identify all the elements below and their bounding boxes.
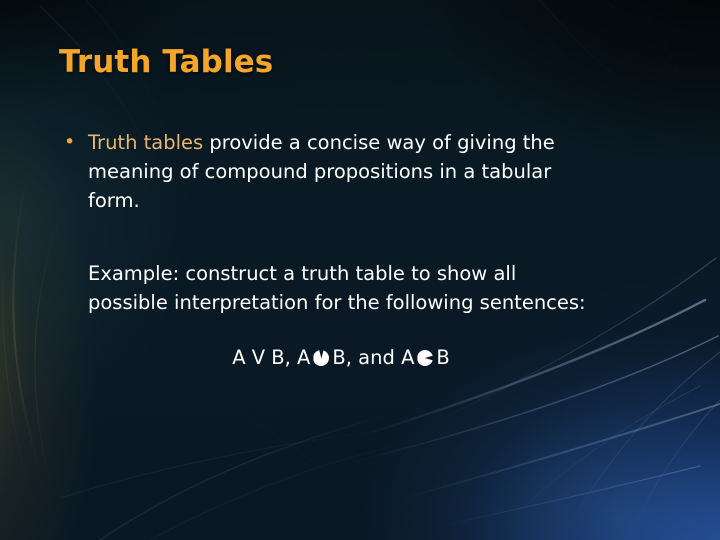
formula-part-two: B, and A <box>332 346 415 369</box>
presentation-slide: Truth Tables • Truth tables provide a con… <box>0 0 720 540</box>
biconditional-symbol-icon <box>417 350 433 366</box>
bullet-item: • Truth tables provide a concise way of g… <box>60 128 580 215</box>
bullet-highlighted-term: Truth tables <box>88 131 204 154</box>
formula-part-one: A V B, A <box>232 346 311 369</box>
example-paragraph: Example: construct a truth table to show… <box>88 262 586 314</box>
formula-line: A V B, A B, and A B <box>60 343 594 372</box>
slide-content: Truth Tables • Truth tables provide a con… <box>0 0 720 540</box>
implication-symbol-icon <box>313 350 329 366</box>
slide-title: Truth Tables <box>59 44 274 80</box>
formula-part-three: B <box>436 346 450 369</box>
bullet-point-icon: • <box>64 131 76 153</box>
slide-body: • Truth tables provide a concise way of g… <box>60 128 660 372</box>
